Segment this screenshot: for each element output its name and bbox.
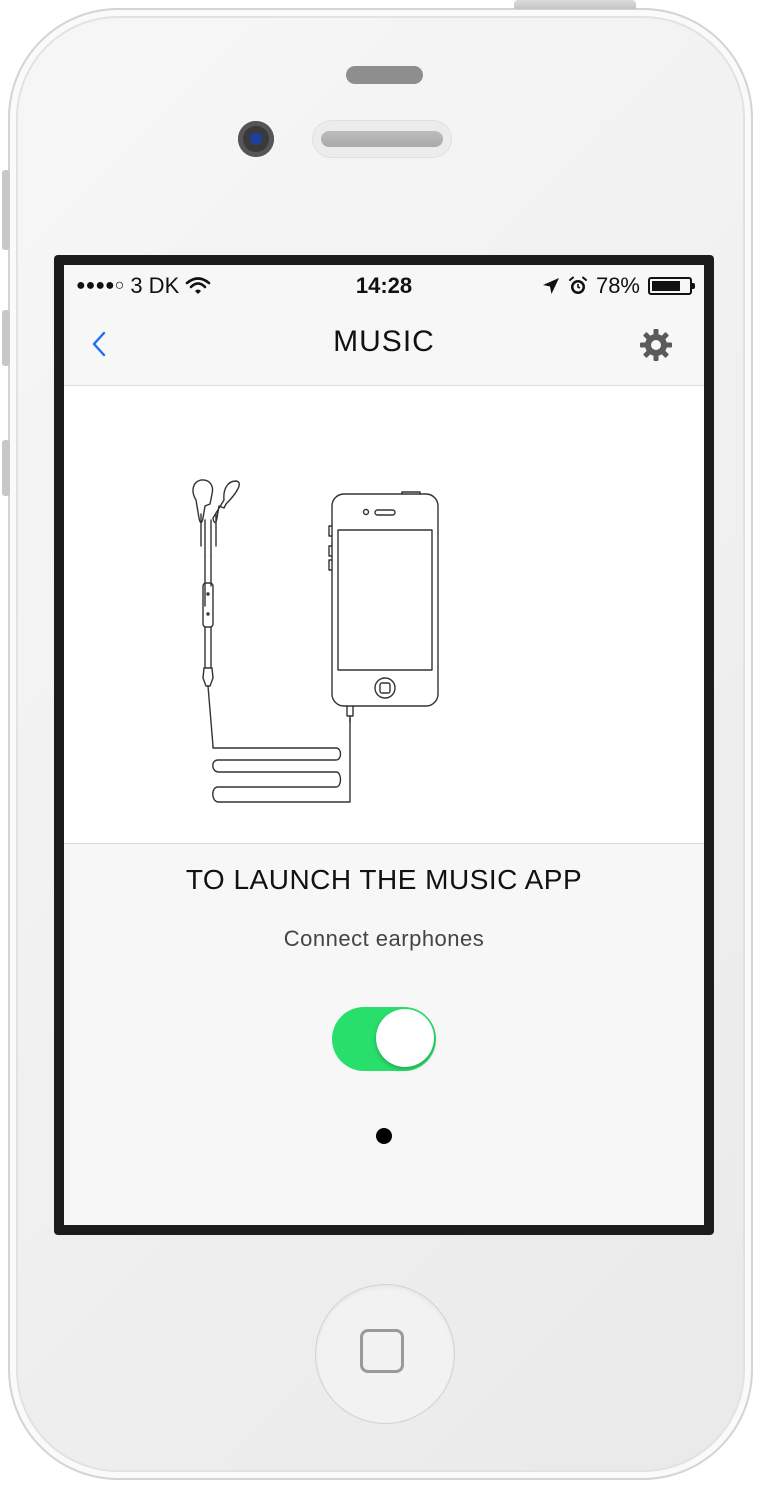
earpiece-sensor bbox=[346, 66, 423, 84]
launch-headline: TO LAUNCH THE MUSIC APP bbox=[185, 864, 583, 895]
status-right: 78% bbox=[542, 273, 695, 299]
volume-down-button bbox=[2, 440, 10, 496]
navigation-bar: MUSIC bbox=[64, 307, 704, 386]
battery-percent: 78% bbox=[595, 273, 640, 298]
home-square-icon bbox=[360, 1329, 404, 1373]
screen: ●●●●○ 3 DK 14:28 78% MUSIC TO LAUNCH THE… bbox=[64, 265, 704, 1225]
power-button bbox=[514, 0, 636, 9]
battery-icon bbox=[648, 277, 695, 295]
earphones-phone-drawing bbox=[192, 479, 439, 803]
alarm-clock-icon bbox=[568, 276, 587, 294]
page-indicator-dot bbox=[376, 1128, 392, 1144]
settings-button[interactable] bbox=[638, 327, 674, 363]
earphones-illustration bbox=[64, 386, 704, 844]
launch-instruction: Connect earphones bbox=[283, 926, 485, 951]
toggle-knob[interactable] bbox=[376, 1009, 434, 1067]
location-arrow-icon bbox=[542, 278, 559, 294]
launch-panel: TO LAUNCH THE MUSIC APP Connect earphone… bbox=[64, 844, 704, 1225]
page-title: MUSIC bbox=[333, 325, 435, 358]
front-camera bbox=[238, 121, 274, 157]
volume-up-button bbox=[2, 310, 10, 366]
earphones-toggle[interactable] bbox=[332, 1007, 436, 1071]
speaker-grille bbox=[313, 121, 451, 157]
status-bar: ●●●●○ 3 DK 14:28 78% bbox=[64, 265, 704, 307]
home-button[interactable] bbox=[315, 1284, 455, 1424]
battery-fill bbox=[652, 281, 681, 291]
mute-switch bbox=[2, 170, 10, 250]
gear-icon bbox=[640, 329, 672, 361]
